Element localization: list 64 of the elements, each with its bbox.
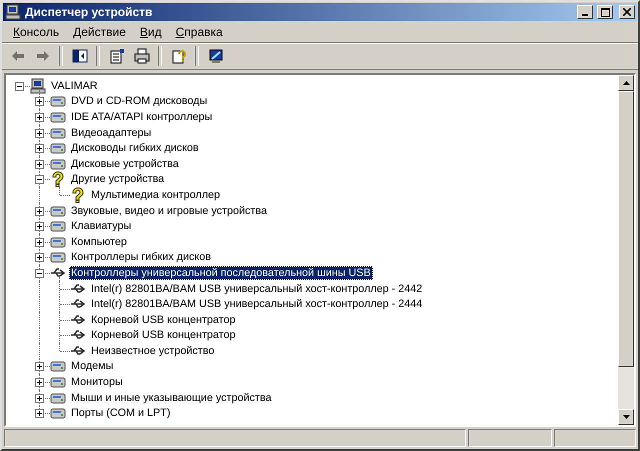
tree-item[interactable]: Контроллеры универсальной последовательной шины USB bbox=[69, 266, 373, 280]
scroll-up-button[interactable] bbox=[618, 75, 634, 91]
tree-item[interactable]: Дисководы гибких дисков bbox=[69, 141, 201, 156]
help-icon bbox=[170, 48, 186, 64]
window-title: Диспетчер устройств bbox=[25, 5, 154, 19]
menu-item[interactable]: Справка bbox=[168, 23, 230, 41]
tree-item[interactable]: Корневой USB концентратор bbox=[89, 328, 238, 342]
tree-item[interactable]: Intel(r) 82801BA/BAM USB универсальный хост-контроллер - 2442 bbox=[89, 282, 424, 296]
tree-item[interactable]: Неизвестное устройство bbox=[89, 344, 216, 358]
expand-toggle[interactable] bbox=[35, 394, 44, 403]
question-mark-icon bbox=[50, 171, 66, 188]
scroll-thumb[interactable] bbox=[618, 91, 634, 367]
tree-item[interactable]: Мониторы bbox=[69, 375, 125, 390]
down-arrow-icon bbox=[622, 415, 630, 419]
collapse-toggle[interactable] bbox=[35, 268, 44, 278]
printer-icon bbox=[134, 48, 150, 64]
collapse-toggle[interactable] bbox=[35, 175, 44, 184]
expand-toggle[interactable] bbox=[35, 362, 44, 372]
tree-item[interactable]: Клавиатуры bbox=[69, 219, 134, 234]
menu-item[interactable]: Консоль bbox=[6, 23, 66, 41]
tree-item[interactable]: Компьютер bbox=[69, 234, 129, 249]
tree-item[interactable]: Мультимедиа контроллер bbox=[89, 188, 222, 202]
tree-item[interactable]: Дисковые устройства bbox=[69, 156, 181, 171]
computer-icon bbox=[30, 78, 46, 94]
expand-toggle[interactable] bbox=[35, 112, 44, 122]
computer-icon bbox=[5, 4, 21, 20]
minimize-button[interactable] bbox=[577, 5, 593, 19]
expand-toggle[interactable] bbox=[35, 238, 44, 247]
maximize-icon bbox=[600, 8, 610, 16]
properties-icon bbox=[108, 48, 124, 64]
question-mark-icon bbox=[70, 186, 86, 203]
maximize-button[interactable] bbox=[597, 5, 613, 19]
tree-item[interactable]: Звуковые, видео и игровые устройства bbox=[69, 204, 269, 218]
close-button[interactable] bbox=[619, 5, 635, 19]
expand-toggle[interactable] bbox=[35, 409, 44, 418]
expand-toggle[interactable] bbox=[35, 253, 44, 262]
expand-toggle[interactable] bbox=[35, 222, 44, 232]
tree-item[interactable]: IDE ATA/ATAPI контроллеры bbox=[69, 110, 214, 124]
tree-item[interactable]: Видеоадаптеры bbox=[69, 126, 154, 140]
expand-toggle[interactable] bbox=[35, 378, 44, 388]
tree-item[interactable]: Другие устройства bbox=[69, 172, 166, 186]
menu-item[interactable]: Вид bbox=[132, 23, 169, 41]
menu-item[interactable]: Действие bbox=[66, 23, 133, 41]
tree-item[interactable]: Мыши и иные указывающие устройства bbox=[69, 390, 274, 405]
forward-arrow-icon bbox=[34, 48, 50, 64]
tree-item[interactable]: Порты (COM и LPT) bbox=[69, 406, 172, 420]
tree-item[interactable]: Контроллеры гибких дисков bbox=[69, 250, 213, 264]
up-arrow-icon bbox=[622, 81, 630, 85]
collapse-toggle[interactable] bbox=[15, 82, 24, 91]
scroll-down-button[interactable] bbox=[618, 409, 634, 425]
close-icon bbox=[623, 8, 631, 16]
tree-pane-icon bbox=[72, 48, 88, 64]
expand-toggle[interactable] bbox=[35, 144, 44, 154]
expand-toggle[interactable] bbox=[35, 206, 44, 216]
tree-item[interactable]: VALIMAR bbox=[49, 78, 100, 93]
expand-toggle[interactable] bbox=[35, 160, 44, 169]
expand-toggle[interactable] bbox=[35, 128, 44, 138]
tree-item[interactable]: Корневой USB концентратор bbox=[89, 312, 238, 327]
monitor-scan-icon bbox=[208, 48, 224, 64]
tree-item[interactable]: Intel(r) 82801BA/BAM USB универсальный хост-контроллер - 2444 bbox=[89, 297, 424, 312]
vertical-scrollbar[interactable] bbox=[618, 75, 634, 425]
tree-item[interactable]: Модемы bbox=[69, 359, 116, 374]
tree-item[interactable]: DVD и CD-ROM дисководы bbox=[69, 94, 210, 108]
expand-toggle[interactable] bbox=[35, 97, 44, 106]
